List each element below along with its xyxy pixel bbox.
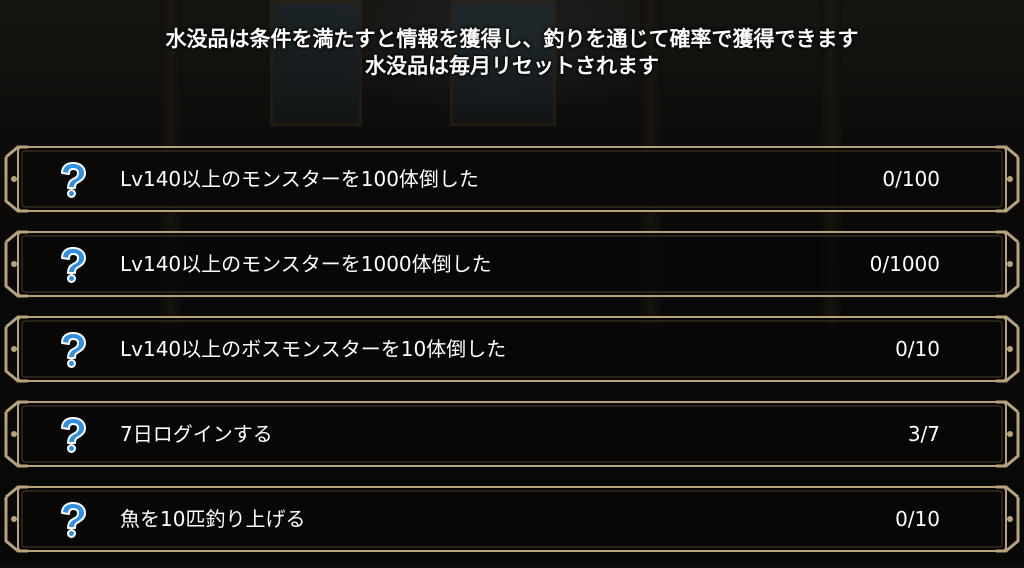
question-mark-icon	[55, 247, 89, 283]
condition-label: Lv140以上のボスモンスターを10体倒した	[120, 337, 507, 361]
condition-progress: 3/7	[907, 422, 940, 446]
condition-progress: 0/1000	[869, 252, 940, 276]
info-text: 水没品は条件を満たすと情報を獲得し、釣りを通じて確率で獲得できます 水没品は毎月…	[0, 26, 1024, 80]
condition-row[interactable]: Lv140以上のモンスターを100体倒した 0/100	[0, 143, 1024, 215]
condition-label: Lv140以上のモンスターを100体倒した	[120, 167, 479, 191]
condition-row[interactable]: 魚を10匹釣り上げる 0/10	[0, 483, 1024, 555]
condition-label: 7日ログインする	[120, 422, 273, 446]
condition-progress: 0/10	[895, 507, 940, 531]
condition-progress: 0/10	[895, 337, 940, 361]
condition-row[interactable]: 7日ログインする 3/7	[0, 398, 1024, 470]
question-mark-icon	[55, 332, 89, 368]
info-line-2: 水没品は毎月リセットされます	[365, 54, 659, 78]
question-mark-icon	[55, 417, 89, 453]
condition-row[interactable]: Lv140以上のモンスターを1000体倒した 0/1000	[0, 228, 1024, 300]
question-mark-icon	[55, 502, 89, 538]
condition-row[interactable]: Lv140以上のボスモンスターを10体倒した 0/10	[0, 313, 1024, 385]
condition-label: Lv140以上のモンスターを1000体倒した	[120, 252, 492, 276]
question-mark-icon	[55, 162, 89, 198]
condition-progress: 0/100	[882, 167, 940, 191]
info-line-1: 水没品は条件を満たすと情報を獲得し、釣りを通じて確率で獲得できます	[165, 27, 859, 51]
condition-label: 魚を10匹釣り上げる	[120, 507, 306, 531]
condition-list: Lv140以上のモンスターを100体倒した 0/100 Lv140以上のモンスタ…	[0, 143, 1024, 568]
